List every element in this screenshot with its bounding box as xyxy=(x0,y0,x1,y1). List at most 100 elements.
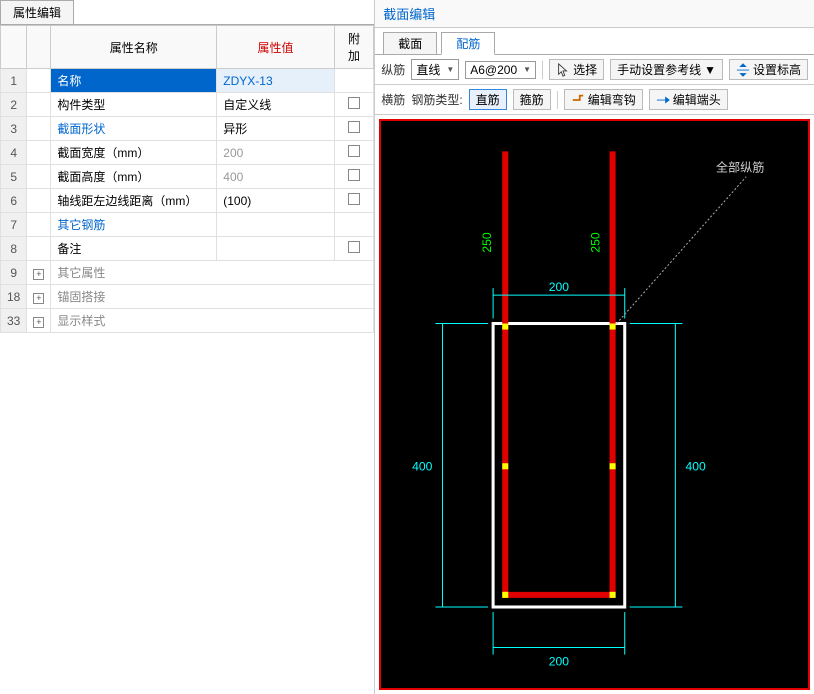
row-num: 3 xyxy=(1,117,27,141)
leader-line xyxy=(617,177,747,324)
checkbox-icon[interactable] xyxy=(348,97,360,109)
group-name[interactable]: 其它属性 xyxy=(51,261,374,285)
chevron-down-icon: ▼ xyxy=(523,65,531,74)
chevron-down-icon: ▼ xyxy=(446,65,454,74)
separator xyxy=(557,91,558,109)
manual-refline-button[interactable]: 手动设置参考线 ▼ xyxy=(610,59,723,80)
group-name[interactable]: 锚固搭接 xyxy=(51,285,374,309)
row-num: 9 xyxy=(1,261,27,285)
col-value: 属性值 xyxy=(217,26,334,69)
expander[interactable]: + xyxy=(27,261,51,285)
hoop-bar-button[interactable]: 箍筋 xyxy=(513,89,551,110)
edit-hook-button[interactable]: 编辑弯钩 xyxy=(564,89,643,110)
bar-dot xyxy=(503,463,509,469)
edit-end-button[interactable]: 编辑端头 xyxy=(649,89,728,110)
label-all-bars: 全部纵筋 xyxy=(716,160,765,175)
checkbox-icon[interactable] xyxy=(348,121,360,133)
prop-value[interactable]: 400 xyxy=(217,165,334,189)
chevron-down-icon: ▼ xyxy=(704,63,716,77)
prop-name[interactable]: 备注 xyxy=(51,237,217,261)
checkbox-icon[interactable] xyxy=(348,169,360,181)
separator xyxy=(542,61,543,79)
row-num: 4 xyxy=(1,141,27,165)
bar-dot xyxy=(503,324,509,330)
button-label: 选择 xyxy=(573,61,597,78)
expander xyxy=(27,117,51,141)
expander xyxy=(27,237,51,261)
button-label: 编辑弯钩 xyxy=(588,91,636,108)
prop-attach[interactable] xyxy=(334,165,374,189)
checkbox-icon[interactable] xyxy=(348,145,360,157)
plus-icon[interactable]: + xyxy=(33,317,44,328)
stirrup-path xyxy=(506,151,613,594)
bar-dot xyxy=(503,592,509,598)
prop-name[interactable]: 名称 xyxy=(51,69,217,93)
col-expander xyxy=(27,26,51,69)
col-name: 属性名称 xyxy=(51,26,217,69)
lbl-bartype: 钢筋类型: xyxy=(411,91,462,108)
plus-icon[interactable]: + xyxy=(33,293,44,304)
expander[interactable]: + xyxy=(27,309,51,333)
bar-dot xyxy=(610,592,616,598)
dropdown-linetype[interactable]: 直线 ▼ xyxy=(411,59,459,80)
cursor-icon xyxy=(556,63,570,77)
checkbox-icon[interactable] xyxy=(348,241,360,253)
toolbar-row-2: 横筋 钢筋类型: 直筋 箍筋 编辑弯钩 编辑端头 xyxy=(375,85,814,115)
toolbar-row-1: 纵筋 直线 ▼ A6@200 ▼ 选择 手动设置参考线 ▼ 设置标高 xyxy=(375,55,814,85)
dim-text: 250 xyxy=(589,232,603,253)
tab-section[interactable]: 截面 xyxy=(383,32,437,54)
row-num: 6 xyxy=(1,189,27,213)
checkbox-icon[interactable] xyxy=(348,193,360,205)
prop-attach[interactable] xyxy=(334,93,374,117)
drawing-canvas[interactable]: 200 200 400 400 250 250 xyxy=(379,119,810,690)
property-table: 属性名称 属性值 附加 1 名称 ZDYX-13 2 构件类型 自定义线 3 xyxy=(0,25,374,333)
prop-value[interactable]: 异形 xyxy=(217,117,334,141)
group-name[interactable]: 显示样式 xyxy=(51,309,374,333)
prop-value[interactable]: 自定义线 xyxy=(217,93,334,117)
prop-name[interactable]: 截面形状 xyxy=(51,117,217,141)
expander xyxy=(27,165,51,189)
dim-text: 400 xyxy=(412,459,433,473)
row-num: 8 xyxy=(1,237,27,261)
col-blank xyxy=(1,26,27,69)
select-button[interactable]: 选择 xyxy=(549,59,604,80)
prop-value[interactable]: (100) xyxy=(217,189,334,213)
expander xyxy=(27,189,51,213)
outer-section-rect xyxy=(493,324,625,608)
prop-attach[interactable] xyxy=(334,237,374,261)
prop-name[interactable]: 其它钢筋 xyxy=(51,213,217,237)
prop-attach xyxy=(334,69,374,93)
row-num: 7 xyxy=(1,213,27,237)
dim-text: 200 xyxy=(549,280,570,294)
row-num: 33 xyxy=(1,309,27,333)
sub-tabs: 截面 配筋 xyxy=(375,28,814,55)
expander[interactable]: + xyxy=(27,285,51,309)
tab-property-edit[interactable]: 属性编辑 xyxy=(0,0,74,24)
dim-text: 250 xyxy=(480,232,494,253)
prop-name[interactable]: 构件类型 xyxy=(51,93,217,117)
button-label: 编辑端头 xyxy=(673,91,721,108)
prop-name[interactable]: 截面宽度（mm） xyxy=(51,141,217,165)
set-elevation-button[interactable]: 设置标高 xyxy=(729,59,808,80)
lbl-longitudinal: 纵筋 xyxy=(381,61,405,78)
prop-attach[interactable] xyxy=(334,189,374,213)
prop-value[interactable] xyxy=(217,237,334,261)
straight-bar-button[interactable]: 直筋 xyxy=(469,89,507,110)
hook-icon xyxy=(571,93,585,107)
prop-name[interactable]: 截面高度（mm） xyxy=(51,165,217,189)
dim-text: 200 xyxy=(549,655,570,669)
prop-attach xyxy=(334,213,374,237)
prop-attach[interactable] xyxy=(334,141,374,165)
prop-value[interactable]: 200 xyxy=(217,141,334,165)
button-label: 设置标高 xyxy=(753,61,801,78)
prop-value[interactable]: ZDYX-13 xyxy=(217,69,334,93)
prop-value[interactable] xyxy=(217,213,334,237)
prop-attach[interactable] xyxy=(334,117,374,141)
dropdown-label: 直线 xyxy=(416,61,440,78)
tab-reinforcement[interactable]: 配筋 xyxy=(441,32,495,55)
col-attach: 附加 xyxy=(334,26,374,69)
prop-name[interactable]: 轴线距左边线距离（mm） xyxy=(51,189,217,213)
dropdown-barspec[interactable]: A6@200 ▼ xyxy=(465,61,536,79)
plus-icon[interactable]: + xyxy=(33,269,44,280)
bar-dot xyxy=(610,463,616,469)
